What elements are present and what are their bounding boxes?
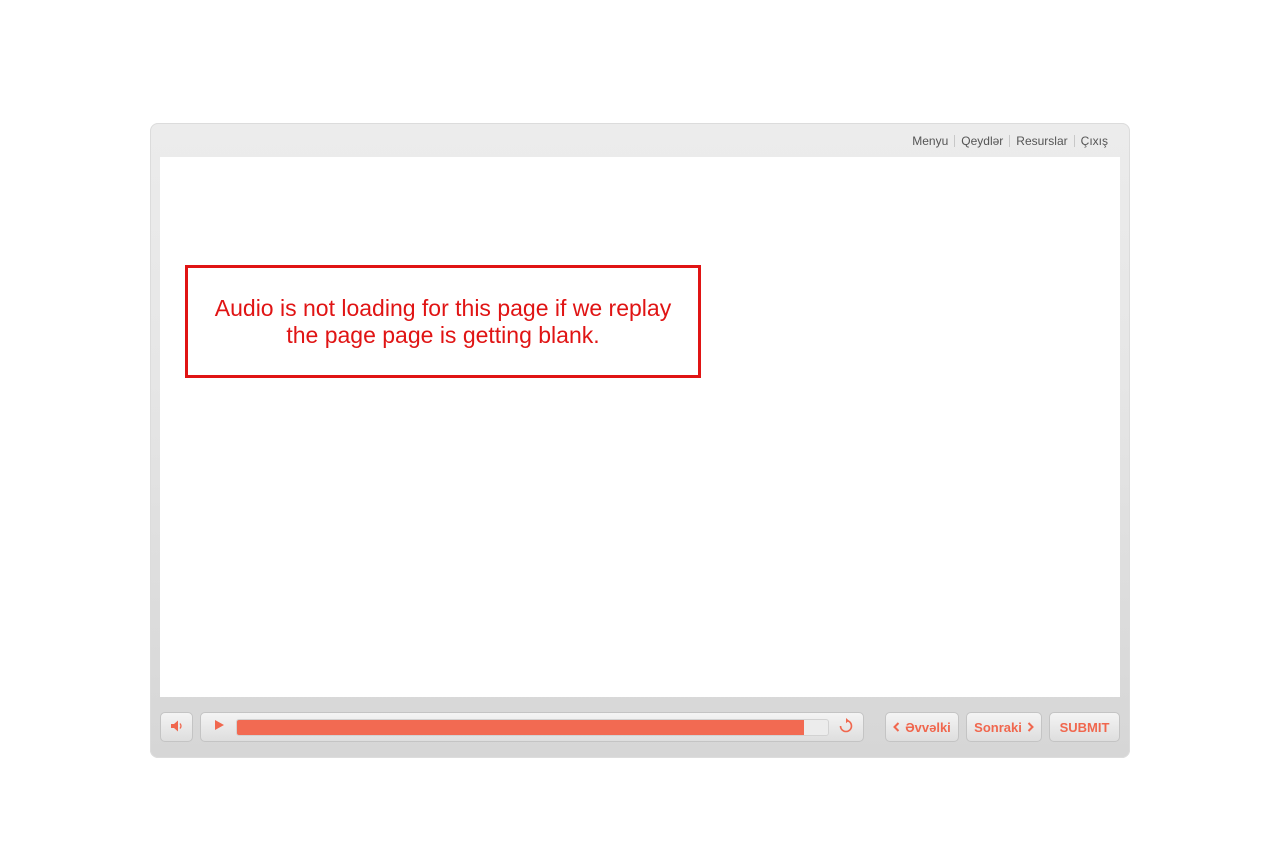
previous-button[interactable]: Əvvəlki [885, 712, 959, 742]
play-button[interactable] [209, 719, 229, 735]
submit-button[interactable]: SUBMIT [1049, 712, 1120, 742]
submit-label: SUBMIT [1059, 719, 1110, 735]
audio-progress-fill [237, 720, 805, 735]
chevron-left-icon [893, 722, 900, 732]
top-navigation: Menyu Qeydlər Resurslar Çıxış [906, 134, 1114, 148]
speaker-icon [170, 719, 184, 736]
play-icon [213, 718, 225, 736]
audio-bar [200, 712, 864, 742]
next-label: Sonraki [974, 719, 1022, 735]
replay-button[interactable] [837, 717, 855, 739]
audio-progress-track[interactable] [236, 719, 829, 736]
chevron-right-icon [1027, 722, 1034, 732]
nav-exit-link[interactable]: Çıxış [1075, 134, 1114, 148]
mute-button[interactable] [160, 712, 193, 742]
previous-label: Əvvəlki [905, 719, 951, 735]
slide-stage: Audio is not loading for this page if we… [160, 157, 1120, 697]
nav-notes-link[interactable]: Qeydlər [955, 134, 1009, 148]
player-frame: Menyu Qeydlər Resurslar Çıxış Audio is n… [150, 123, 1130, 758]
nav-menu-link[interactable]: Menyu [906, 134, 954, 148]
nav-resources-link[interactable]: Resurslar [1010, 134, 1073, 148]
replay-icon [838, 717, 854, 739]
player-controls: Əvvəlki Sonraki SUBMIT [160, 712, 1120, 744]
annotation-text: Audio is not loading for this page if we… [214, 294, 672, 348]
next-button[interactable]: Sonraki [966, 712, 1042, 742]
annotation-box: Audio is not loading for this page if we… [185, 265, 701, 378]
